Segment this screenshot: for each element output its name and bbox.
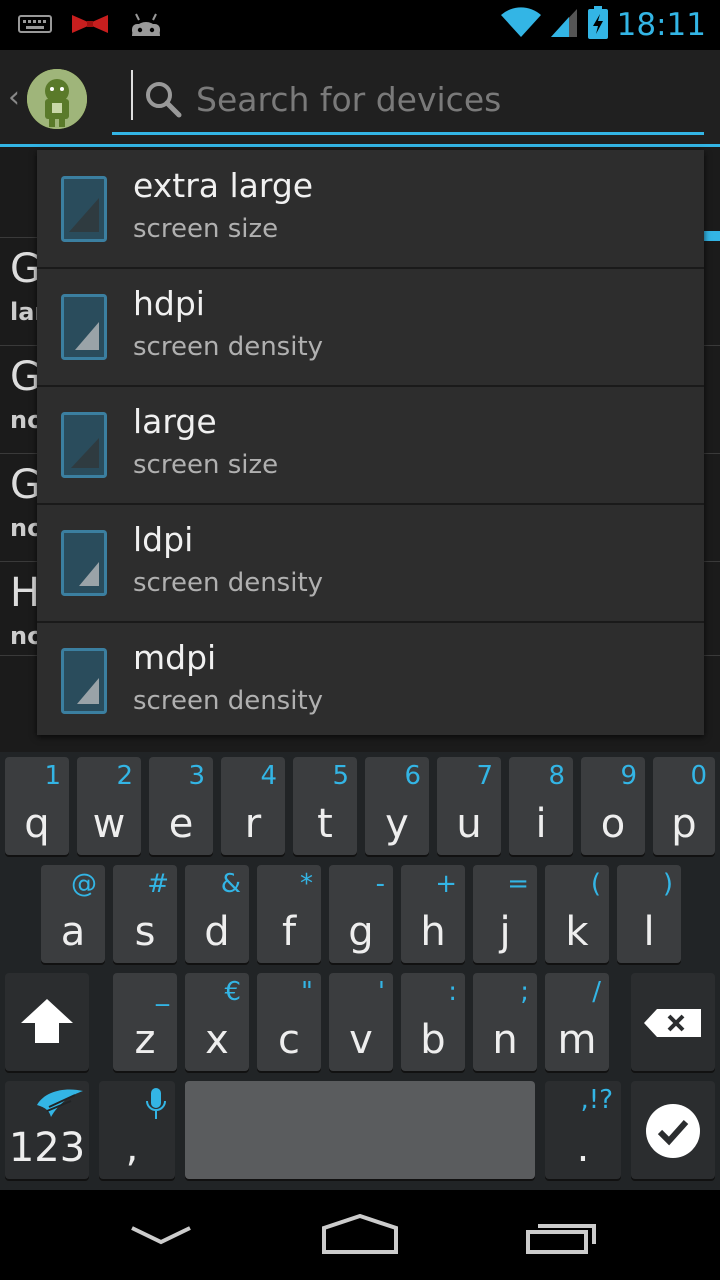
- backspace-icon: [643, 1007, 703, 1043]
- key-u[interactable]: 7u: [437, 757, 501, 855]
- suggestion-item[interactable]: hdpi screen density: [37, 268, 704, 387]
- key-o[interactable]: 9o: [581, 757, 645, 855]
- device-screen-icon: [61, 530, 107, 600]
- suggestion-title: ldpi: [133, 520, 194, 559]
- key-a[interactable]: @ a: [41, 865, 105, 963]
- microphone-icon: [145, 1087, 167, 1125]
- key-h[interactable]: + h: [401, 865, 465, 963]
- suggestion-item[interactable]: extra large screen size: [37, 150, 704, 269]
- symbols-key[interactable]: 123: [5, 1081, 89, 1179]
- shift-icon: [19, 997, 75, 1049]
- period-key[interactable]: ,!? .: [545, 1081, 621, 1179]
- key-t[interactable]: 5t: [293, 757, 357, 855]
- key-r[interactable]: 4r: [221, 757, 285, 855]
- device-screen-icon: [61, 648, 107, 718]
- done-key[interactable]: [631, 1081, 715, 1179]
- shift-key[interactable]: [5, 973, 89, 1071]
- key-i[interactable]: 8i: [509, 757, 573, 855]
- back-icon[interactable]: [130, 1224, 192, 1250]
- action-bar: ‹: [0, 50, 720, 147]
- suggestion-title: large: [133, 402, 217, 441]
- suggestion-subtitle: screen size: [133, 214, 279, 244]
- suggestion-subtitle: screen density: [133, 568, 324, 598]
- key-j[interactable]: = j: [473, 865, 537, 963]
- search-bar[interactable]: [112, 68, 704, 135]
- key-q[interactable]: 1q: [5, 757, 69, 855]
- key-c[interactable]: " c: [257, 973, 321, 1071]
- key-m[interactable]: / m: [545, 973, 609, 1071]
- checkmark-icon: [645, 1103, 701, 1163]
- device-screen-icon: [61, 412, 107, 482]
- suggestion-title: hdpi: [133, 284, 205, 323]
- search-input[interactable]: [194, 68, 698, 130]
- device-screen-icon: [61, 176, 107, 246]
- device-screen-icon: [61, 294, 107, 364]
- scroll-indicator: [704, 231, 720, 241]
- recent-apps-icon[interactable]: [526, 1218, 598, 1258]
- key-b[interactable]: :b: [401, 973, 465, 1071]
- comma-key[interactable]: ,: [99, 1081, 175, 1179]
- key-n[interactable]: ; n: [473, 973, 537, 1071]
- suggestion-title: extra large: [133, 166, 314, 205]
- suggestion-subtitle: screen size: [133, 450, 279, 480]
- home-icon[interactable]: [322, 1213, 398, 1258]
- signal-icon: [549, 7, 579, 43]
- up-chevron-icon[interactable]: ‹: [8, 80, 20, 115]
- backspace-key[interactable]: [631, 973, 715, 1071]
- text-cursor: [131, 70, 133, 120]
- status-bar: 18:11: [0, 0, 720, 50]
- space-key[interactable]: [185, 1081, 535, 1179]
- key-g[interactable]: -g: [329, 865, 393, 963]
- key-l[interactable]: ) l: [617, 865, 681, 963]
- list-item-title: H: [10, 570, 41, 616]
- key-z[interactable]: _ z: [113, 973, 177, 1071]
- key-d[interactable]: & d: [185, 865, 249, 963]
- android-avatar-icon[interactable]: [27, 69, 87, 129]
- key-w[interactable]: 2w: [77, 757, 141, 855]
- key-y[interactable]: 6y: [365, 757, 429, 855]
- bowtie-icon: [72, 13, 108, 39]
- clock: 18:11: [616, 7, 706, 43]
- key-e[interactable]: 3e: [149, 757, 213, 855]
- key-x[interactable]: € x: [185, 973, 249, 1071]
- swiftkey-logo-icon: [35, 1087, 85, 1125]
- soft-keyboard: 1q 2w 3e 4r 5t 6y 7u 8i 9o 0p @ a # s & d *…: [0, 752, 720, 1190]
- key-s[interactable]: # s: [113, 865, 177, 963]
- suggestion-dropdown: extra large screen size hdpi screen dens…: [37, 150, 704, 735]
- android-icon: [128, 10, 164, 42]
- search-icon: [144, 80, 182, 122]
- key-k[interactable]: (k: [545, 865, 609, 963]
- suggestion-item[interactable]: mdpi screen density: [37, 622, 704, 739]
- suggestion-subtitle: screen density: [133, 332, 324, 362]
- keyboard-icon: [18, 15, 52, 37]
- suggestion-subtitle: screen density: [133, 686, 324, 716]
- navigation-bar: [0, 1190, 720, 1280]
- key-p[interactable]: 0p: [653, 757, 715, 855]
- suggestion-item[interactable]: ldpi screen density: [37, 504, 704, 623]
- suggestion-item[interactable]: large screen size: [37, 386, 704, 505]
- key-f[interactable]: * f: [257, 865, 321, 963]
- suggestion-title: mdpi: [133, 638, 217, 677]
- battery-charging-icon: [587, 6, 609, 44]
- wifi-icon: [500, 7, 541, 43]
- key-v[interactable]: ' v: [329, 973, 393, 1071]
